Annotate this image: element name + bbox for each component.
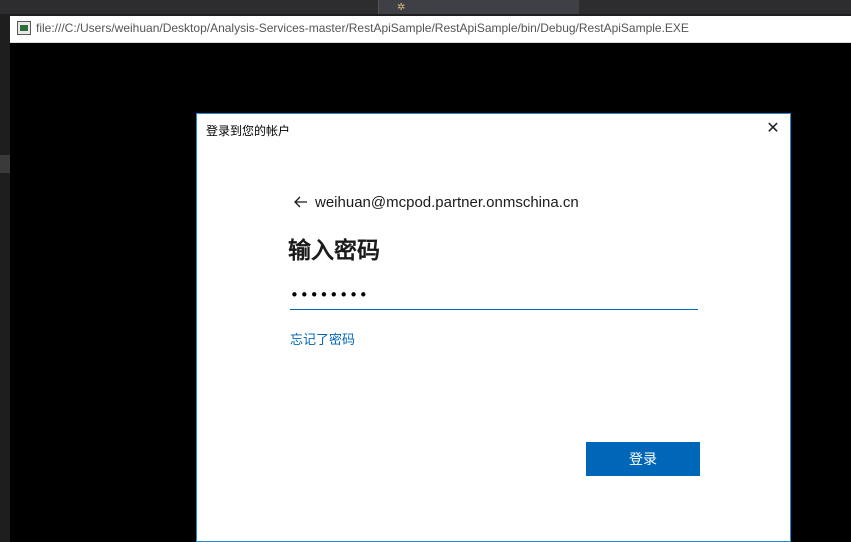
- account-email: weihuan@mcpod.partner.onmschina.cn: [315, 193, 579, 211]
- ide-background-tab: ✲: [378, 0, 579, 14]
- project-icon: ✲: [397, 2, 406, 13]
- console-app-icon: [17, 21, 31, 35]
- sign-in-button[interactable]: 登录: [586, 442, 700, 476]
- forgot-password-link[interactable]: 忘记了密码: [290, 329, 355, 348]
- dialog-title: 登录到您的帐户: [206, 124, 291, 138]
- close-icon[interactable]: ✕: [766, 120, 780, 136]
- account-row: weihuan@mcpod.partner.onmschina.cn: [293, 191, 579, 213]
- ide-left-edge: [0, 16, 10, 542]
- arrow-left-icon[interactable]: [293, 194, 309, 210]
- password-masked-value: ••••••••: [290, 286, 369, 304]
- console-title: file:///C:/Users/weihuan/Desktop/Analysi…: [36, 21, 689, 35]
- ide-left-marker: [0, 155, 10, 173]
- sign-in-dialog: 登录到您的帐户 ✕ weihuan@mcpod.partner.onmschin…: [196, 113, 791, 542]
- page-heading: 输入密码: [288, 238, 380, 264]
- console-titlebar[interactable]: file:///C:/Users/weihuan/Desktop/Analysi…: [10, 16, 851, 43]
